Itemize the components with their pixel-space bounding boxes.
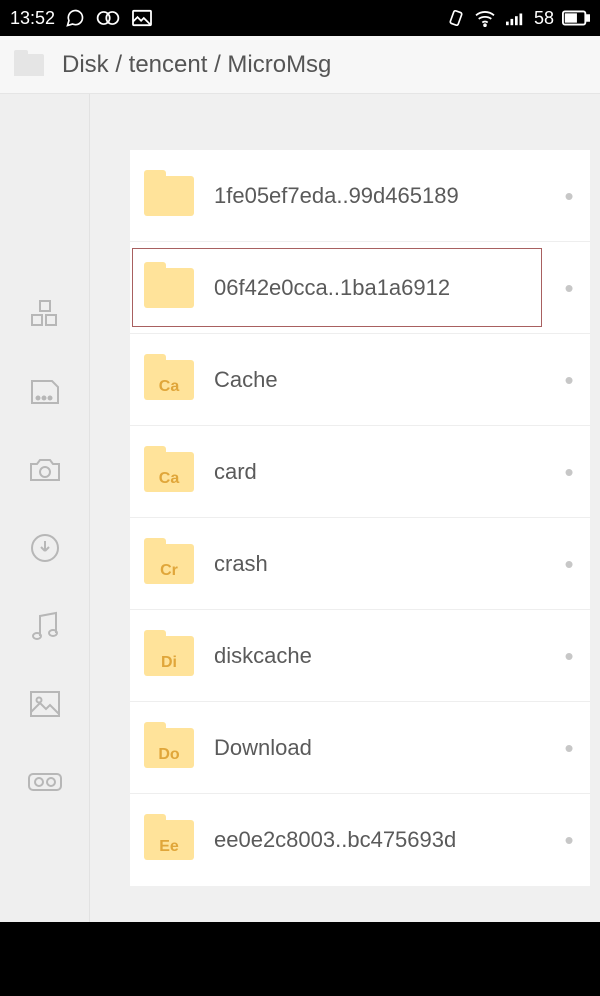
bottom-bar xyxy=(0,922,600,996)
main-panel: 1fe05ef7eda..99d465189•06f42e0cca..1ba1a… xyxy=(90,94,600,922)
folder-icon-label: Ca xyxy=(159,470,179,492)
file-row[interactable]: 1fe05ef7eda..99d465189• xyxy=(130,150,590,242)
row-more-icon[interactable]: • xyxy=(554,275,584,301)
folder-icon-label: Do xyxy=(158,746,179,768)
file-name: crash xyxy=(214,551,554,577)
folder-icon-label: Ca xyxy=(159,378,179,400)
storage-icon xyxy=(29,378,61,406)
file-name: Download xyxy=(214,735,554,761)
folder-icon: Do xyxy=(144,728,194,768)
row-more-icon[interactable]: • xyxy=(554,367,584,393)
infinity-icon xyxy=(27,772,63,792)
picture-icon xyxy=(29,690,61,718)
file-row[interactable]: Do Download• xyxy=(130,702,590,794)
status-bar: 13:52 58 xyxy=(0,0,600,36)
chat-icon xyxy=(65,8,85,28)
folder-icon-label: Ee xyxy=(159,838,179,860)
row-more-icon[interactable]: • xyxy=(554,183,584,209)
status-time: 13:52 xyxy=(10,8,55,29)
file-name: Cache xyxy=(214,367,554,393)
music-icon xyxy=(30,610,60,642)
folder-icon xyxy=(144,176,194,216)
file-name: 06f42e0cca..1ba1a6912 xyxy=(214,275,554,301)
status-right: 58 xyxy=(446,8,590,29)
file-name: ee0e2c8003..bc475693d xyxy=(214,827,554,853)
signal-icon xyxy=(504,9,526,27)
file-list: 1fe05ef7eda..99d465189•06f42e0cca..1ba1a… xyxy=(130,150,590,886)
disk-icon xyxy=(14,54,44,76)
vibrate-icon xyxy=(446,8,466,28)
circles-icon xyxy=(95,8,121,28)
camera-icon xyxy=(28,456,62,484)
row-more-icon[interactable]: • xyxy=(554,827,584,853)
file-row[interactable]: 06f42e0cca..1ba1a6912• xyxy=(130,242,590,334)
body: 1fe05ef7eda..99d465189•06f42e0cca..1ba1a… xyxy=(0,94,600,922)
row-more-icon[interactable]: • xyxy=(554,551,584,577)
file-name: 1fe05ef7eda..99d465189 xyxy=(214,183,554,209)
folder-icon-label: Di xyxy=(161,654,177,676)
file-name: card xyxy=(214,459,554,485)
folder-icon: Ca xyxy=(144,360,194,400)
sidebar-camera[interactable] xyxy=(25,450,65,490)
sidebar-picture[interactable] xyxy=(25,684,65,724)
sidebar-download[interactable] xyxy=(25,528,65,568)
category-icon xyxy=(29,298,61,330)
picture-status-icon xyxy=(131,9,153,27)
file-row[interactable]: Ca card• xyxy=(130,426,590,518)
file-row[interactable]: Cr crash• xyxy=(130,518,590,610)
file-row[interactable]: Ca Cache• xyxy=(130,334,590,426)
sidebar-category[interactable] xyxy=(25,294,65,334)
file-name: diskcache xyxy=(214,643,554,669)
file-row[interactable]: Ee ee0e2c8003..bc475693d• xyxy=(130,794,590,886)
folder-icon: Ca xyxy=(144,452,194,492)
battery-text: 58 xyxy=(534,8,554,29)
file-row[interactable]: Di diskcache• xyxy=(130,610,590,702)
folder-icon: Ee xyxy=(144,820,194,860)
row-more-icon[interactable]: • xyxy=(554,459,584,485)
wifi-icon xyxy=(474,9,496,27)
sidebar-music[interactable] xyxy=(25,606,65,646)
sidebar-storage[interactable] xyxy=(25,372,65,412)
breadcrumb-path[interactable]: Disk / tencent / MicroMsg xyxy=(62,51,331,79)
battery-icon xyxy=(562,10,590,26)
download-icon xyxy=(29,532,61,564)
sidebar xyxy=(0,94,90,922)
folder-icon xyxy=(144,268,194,308)
folder-icon: Di xyxy=(144,636,194,676)
breadcrumb-bar: Disk / tencent / MicroMsg xyxy=(0,36,600,94)
sidebar-more[interactable] xyxy=(25,762,65,802)
folder-icon-label: Cr xyxy=(160,562,178,584)
status-left: 13:52 xyxy=(10,8,153,29)
row-more-icon[interactable]: • xyxy=(554,643,584,669)
row-more-icon[interactable]: • xyxy=(554,735,584,761)
folder-icon: Cr xyxy=(144,544,194,584)
